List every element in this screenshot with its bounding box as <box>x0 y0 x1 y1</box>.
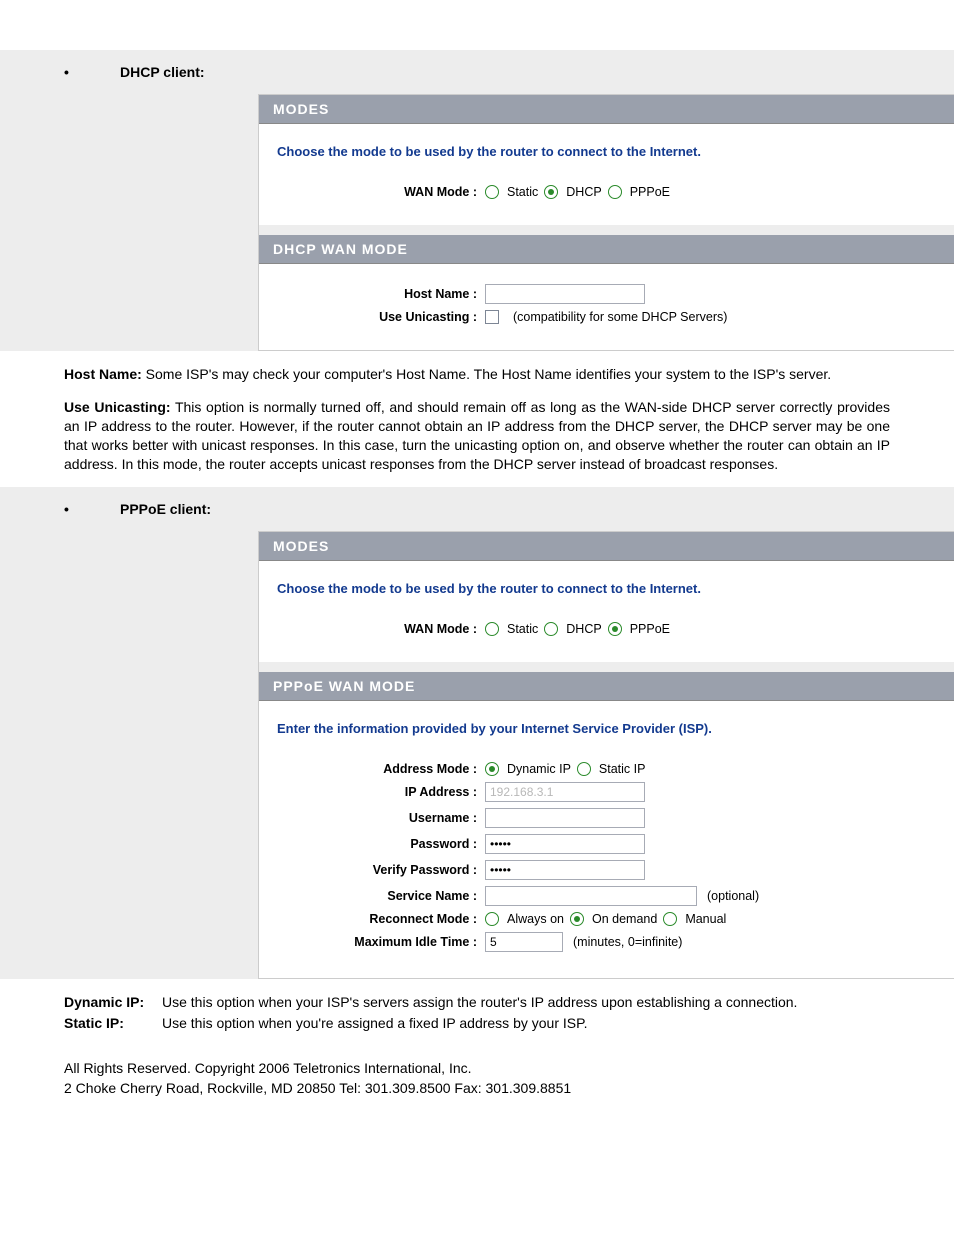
dhcp-wan-header: DHCP WAN MODE <box>259 235 954 264</box>
modes-header: MODES <box>259 95 954 124</box>
verify-password-label: Verify Password : <box>277 863 485 877</box>
unicasting-text: This option is normally turned off, and … <box>64 399 890 472</box>
bullet-icon: • <box>64 501 120 517</box>
hostname-input[interactable] <box>485 284 645 304</box>
radio-always-on-label: Always on <box>507 912 564 926</box>
wan-mode-label-2: WAN Mode : <box>277 622 485 636</box>
radio-dhcp-label-2: DHCP <box>566 622 601 636</box>
unicasting-label: Use Unicasting : <box>277 310 485 324</box>
radio-static-label: Static <box>507 185 538 199</box>
radio-manual[interactable] <box>663 912 677 926</box>
footer-line2: 2 Choke Cherry Road, Rockville, MD 20850… <box>64 1079 890 1099</box>
radio-on-demand[interactable] <box>570 912 584 926</box>
radio-static-ip-label: Static IP <box>599 762 646 776</box>
mode-instruction-2: Choose the mode to be used by the router… <box>277 581 936 596</box>
service-name-label: Service Name : <box>277 889 485 903</box>
pppoe-description: Dynamic IP: Use this option when your IS… <box>0 979 954 1033</box>
max-idle-input[interactable] <box>485 932 563 952</box>
footer: All Rights Reserved. Copyright 2006 Tele… <box>0 1035 954 1098</box>
optional-hint: (optional) <box>707 889 759 903</box>
radio-on-demand-label: On demand <box>592 912 657 926</box>
ip-address-input[interactable] <box>485 782 645 802</box>
address-mode-label: Address Mode : <box>277 762 485 776</box>
password-label: Password : <box>277 837 485 851</box>
radio-static-2[interactable] <box>485 622 499 636</box>
radio-manual-label: Manual <box>685 912 726 926</box>
radio-dhcp-label: DHCP <box>566 185 601 199</box>
max-idle-label: Maximum Idle Time : <box>277 935 485 949</box>
unicasting-term: Use Unicasting: <box>64 399 171 415</box>
bullet-icon: • <box>64 64 120 80</box>
hostname-term: Host Name: <box>64 366 142 382</box>
footer-line1: All Rights Reserved. Copyright 2006 Tele… <box>64 1059 890 1079</box>
dynamic-ip-term: Dynamic IP: <box>64 993 162 1012</box>
radio-static[interactable] <box>485 185 499 199</box>
modes-header-2: MODES <box>259 532 954 561</box>
dhcp-panel: MODES Choose the mode to be used by the … <box>0 94 954 351</box>
verify-password-input[interactable] <box>485 860 645 880</box>
unicasting-hint: (compatibility for some DHCP Servers) <box>513 310 727 324</box>
radio-dynamic-ip-label: Dynamic IP <box>507 762 571 776</box>
radio-static-label-2: Static <box>507 622 538 636</box>
idle-hint: (minutes, 0=infinite) <box>573 935 682 949</box>
pppoe-wan-header: PPPoE WAN MODE <box>259 672 954 701</box>
ip-address-label: IP Address : <box>277 785 485 799</box>
mode-instruction: Choose the mode to be used by the router… <box>277 144 936 159</box>
pppoe-heading-band: • PPPoE client: <box>0 487 954 531</box>
radio-pppoe[interactable] <box>608 185 622 199</box>
hostname-label: Host Name : <box>277 287 485 301</box>
dhcp-section-title: DHCP client: <box>120 64 205 80</box>
username-label: Username : <box>277 811 485 825</box>
dynamic-ip-text: Use this option when your ISP's servers … <box>162 993 797 1012</box>
dhcp-heading-band: • DHCP client: <box>0 50 954 94</box>
radio-pppoe-label: PPPoE <box>630 185 670 199</box>
radio-static-ip[interactable] <box>577 762 591 776</box>
radio-dhcp[interactable] <box>544 185 558 199</box>
hostname-text: Some ISP's may check your computer's Hos… <box>142 366 831 382</box>
wan-mode-label: WAN Mode : <box>277 185 485 199</box>
pppoe-instruction: Enter the information provided by your I… <box>277 721 936 736</box>
username-input[interactable] <box>485 808 645 828</box>
dhcp-description: Host Name: Some ISP's may check your com… <box>0 351 954 473</box>
radio-pppoe-2[interactable] <box>608 622 622 636</box>
password-input[interactable] <box>485 834 645 854</box>
static-ip-text: Use this option when you're assigned a f… <box>162 1014 588 1033</box>
static-ip-term: Static IP: <box>64 1014 162 1033</box>
radio-always-on[interactable] <box>485 912 499 926</box>
radio-pppoe-label-2: PPPoE <box>630 622 670 636</box>
radio-dynamic-ip[interactable] <box>485 762 499 776</box>
reconnect-mode-label: Reconnect Mode : <box>277 912 485 926</box>
pppoe-panel: MODES Choose the mode to be used by the … <box>0 531 954 979</box>
pppoe-section-title: PPPoE client: <box>120 501 211 517</box>
radio-dhcp-2[interactable] <box>544 622 558 636</box>
unicasting-checkbox[interactable] <box>485 310 499 324</box>
service-name-input[interactable] <box>485 886 697 906</box>
